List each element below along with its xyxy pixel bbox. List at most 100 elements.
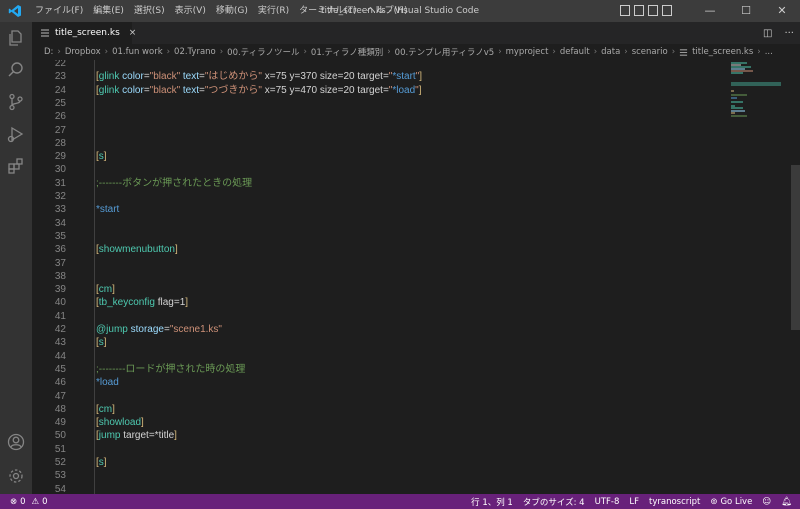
code-line[interactable]: 31 ;-------ボタンが押されたときの処理 (32, 177, 732, 190)
line-number: 40 (54, 297, 66, 309)
code-line[interactable]: 41 (32, 310, 732, 323)
code-line[interactable]: 34 (32, 217, 732, 230)
explorer-icon[interactable] (6, 28, 26, 48)
go-live-label: Go Live (720, 496, 753, 507)
breadcrumb-item[interactable]: 02.Tyrano (174, 47, 216, 57)
more-actions-icon[interactable]: ··· (784, 28, 794, 39)
code-line[interactable]: 37 (32, 257, 732, 270)
code-line[interactable]: 40 [tb_keyconfig flag=1] (32, 296, 732, 309)
code-line[interactable]: 54 (32, 483, 732, 494)
code-line[interactable]: 45 ;--------ロードが押された時の処理 (32, 363, 732, 376)
code-line[interactable]: 33 *start (32, 203, 732, 216)
code-line[interactable]: 22 (32, 60, 732, 70)
breadcrumb-item[interactable]: title_screen.ks (692, 47, 753, 57)
code-line[interactable]: 47 (32, 390, 732, 403)
code-line[interactable]: 26 (32, 110, 732, 123)
value-token: 470 (300, 84, 318, 96)
menu-view[interactable]: 表示(V) (170, 0, 211, 22)
code-line[interactable]: 24 [glink color="black" text="つづきから" x=75… (32, 84, 732, 97)
encoding[interactable]: UTF-8 (595, 497, 620, 507)
menu-terminal[interactable]: ターミナル(T) (294, 0, 362, 22)
code-line[interactable]: 46 *load (32, 376, 732, 389)
comment-token: ;-------ボタンが押されたときの処理 (96, 177, 253, 189)
editor-actions: ◫ ··· (763, 22, 794, 44)
bracket-token: ] (141, 417, 144, 429)
code-line[interactable]: 39 [cm] (32, 283, 732, 296)
run-debug-icon[interactable] (6, 124, 26, 144)
code-line[interactable]: 35 (32, 230, 732, 243)
source-control-icon[interactable] (6, 92, 26, 112)
breadcrumb-item[interactable]: 01.fun work (112, 47, 163, 57)
code-editor[interactable]: 22 23 [glink color="black" text="はじめから" x=… (32, 60, 800, 494)
code-line[interactable]: 38 (32, 270, 732, 283)
code-line[interactable]: 53 (32, 469, 732, 482)
manage-gear-icon[interactable] (6, 466, 26, 486)
tab-close-icon[interactable]: × (129, 28, 137, 38)
breadcrumb-item[interactable]: myproject (506, 47, 549, 57)
code-line[interactable]: 43 [s] (32, 336, 732, 349)
breadcrumb-item[interactable]: ... (765, 47, 773, 57)
bracket-token: ] (112, 284, 115, 296)
code-line[interactable]: 50 [jump target=*title] (32, 429, 732, 442)
breadcrumb-item[interactable]: data (601, 47, 620, 57)
line-number: 44 (54, 350, 66, 362)
toggle-panel-icon[interactable] (634, 5, 644, 16)
code-line[interactable]: 51 (32, 443, 732, 456)
code-line[interactable]: 23 [glink color="black" text="はじめから" x=75… (32, 70, 732, 83)
breadcrumb-item[interactable]: default (560, 47, 590, 57)
toggle-sidebar-icon[interactable] (620, 5, 630, 16)
toggle-secondary-sidebar-icon[interactable] (648, 5, 658, 16)
breadcrumb-item[interactable]: 01.ティラノ種類別 (311, 46, 383, 58)
notifications-bell-icon[interactable]: 🔔︎ (781, 497, 792, 507)
tab-size[interactable]: タブのサイズ: 4 (523, 496, 585, 508)
code-line[interactable]: 49 [showload] (32, 416, 732, 429)
line-number: 39 (54, 284, 66, 296)
account-icon[interactable] (6, 432, 26, 452)
search-icon[interactable] (6, 60, 26, 80)
code-line[interactable]: 28 (32, 137, 732, 150)
split-editor-icon[interactable]: ◫ (763, 28, 772, 39)
language-mode[interactable]: tyranoscript (649, 497, 700, 507)
menu-file[interactable]: ファイル(F) (30, 0, 88, 22)
code-line[interactable]: 27 (32, 124, 732, 137)
menu-selection[interactable]: 選択(S) (129, 0, 170, 22)
attribute-token: target (357, 71, 383, 83)
breadcrumb-item[interactable]: Dropbox (65, 47, 101, 57)
code-line[interactable]: 52 [s] (32, 456, 732, 469)
code-line[interactable]: 29 [s] (32, 150, 732, 163)
close-button[interactable]: ✕ (764, 0, 800, 22)
breadcrumb-item[interactable]: scenario (632, 47, 668, 57)
code-line[interactable]: 44 (32, 350, 732, 363)
code-line[interactable]: 32 (32, 190, 732, 203)
cursor-position[interactable]: 行 1、列 1 (471, 496, 513, 508)
minimap[interactable] (727, 60, 783, 120)
breadcrumb-item[interactable]: D: (44, 47, 53, 57)
tab-title-screen[interactable]: title_screen.ks × (32, 22, 136, 44)
breadcrumb-item[interactable]: 00.ティラノツール (227, 46, 299, 58)
code-line[interactable]: 25 (32, 97, 732, 110)
extensions-icon[interactable] (6, 156, 26, 176)
scrollbar-thumb[interactable] (791, 165, 800, 330)
menu-run[interactable]: 実行(R) (253, 0, 294, 22)
code-line[interactable]: 36 [showmenubutton] (32, 243, 732, 256)
line-number: 53 (54, 470, 66, 482)
code-text: [cm] (96, 283, 115, 296)
customize-layout-icon[interactable] (662, 5, 672, 16)
feedback-icon[interactable]: ☺ (762, 497, 771, 507)
code-line[interactable]: 48 [cm] (32, 403, 732, 416)
code-line[interactable]: 30 (32, 163, 732, 176)
menu-go[interactable]: 移動(G) (211, 0, 253, 22)
code-line[interactable]: 42 @jump storage="scene1.ks" (32, 323, 732, 336)
maximize-button[interactable]: ☐ (728, 0, 764, 22)
menu-help[interactable]: ヘルプ(H) (362, 0, 413, 22)
end-of-line[interactable]: LF (629, 497, 639, 507)
bracket-token: ] (419, 71, 423, 83)
minimize-button[interactable]: — (692, 0, 728, 22)
code-text: [jump target=*title] (96, 429, 177, 442)
string-token: "black" (149, 71, 181, 83)
breadcrumb-item[interactable]: 00.テンプレ用ティラノv5 (395, 46, 495, 58)
problems-indicator[interactable]: ⊗ 0 ⚠ 0 (0, 497, 48, 507)
go-live-button[interactable]: ⊚ Go Live (710, 497, 752, 507)
menu-edit[interactable]: 編集(E) (88, 0, 129, 22)
line-number: 25 (54, 97, 66, 109)
